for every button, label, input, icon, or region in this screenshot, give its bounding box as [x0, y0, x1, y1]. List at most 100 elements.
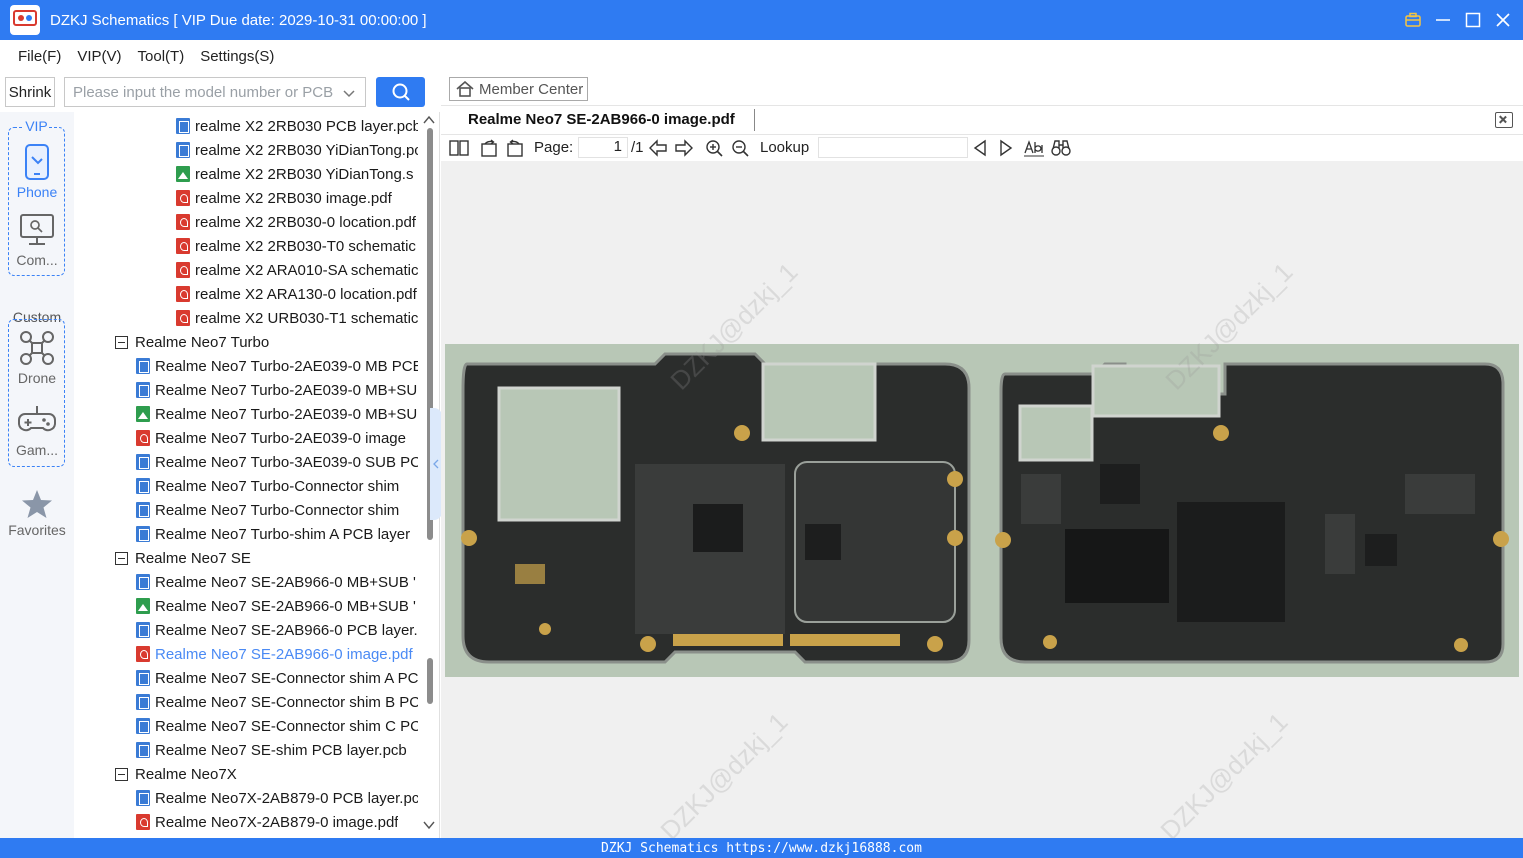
rail-item-computer[interactable]: Com...: [0, 210, 74, 268]
scroll-down-icon[interactable]: [423, 820, 435, 830]
collapse-toggle-icon[interactable]: [115, 335, 128, 349]
tree-item[interactable]: Realme Neo7 SE-Connector shim B PCB: [136, 690, 418, 714]
two-page-view-icon[interactable]: [449, 139, 469, 157]
pcb-file-icon: [136, 502, 150, 518]
tree-item[interactable]: Realme Neo7 Turbo-Connector shim: [136, 474, 399, 498]
tree-item[interactable]: Realme Neo7 Turbo-shim A PCB layer: [136, 522, 410, 546]
watermark: DZKJ@dzkj_1: [654, 706, 794, 838]
pcb-file-icon: [136, 790, 150, 806]
file-tree: realme X2 2RB030 PCB layer.pcb realme X2…: [74, 112, 418, 838]
lookup-input[interactable]: [818, 137, 968, 158]
tree-item[interactable]: realme X2 2RB030 YiDianTong.s: [176, 162, 413, 186]
zoom-in-icon[interactable]: [705, 139, 725, 157]
find-next-icon[interactable]: [998, 139, 1014, 157]
collapse-toggle-icon[interactable]: [115, 551, 128, 565]
match-case-icon[interactable]: [1023, 139, 1045, 157]
tree-item[interactable]: Realme Neo7X-2AB879-0 PCB layer.pcb: [136, 786, 418, 810]
zoom-out-icon[interactable]: [731, 139, 751, 157]
gamepad-icon: [18, 406, 56, 432]
tree-item-selected[interactable]: Realme Neo7 SE-2AB966-0 image.pdf: [136, 642, 413, 666]
close-icon[interactable]: [1495, 12, 1511, 28]
search-input[interactable]: Please input the model number or PCB: [64, 77, 366, 107]
pcb-file-icon: [136, 742, 150, 758]
pcb-file-icon: [176, 142, 190, 158]
rotate-right-icon[interactable]: [505, 139, 525, 157]
close-document-icon[interactable]: [1495, 112, 1513, 128]
tree-item[interactable]: Realme Neo7 SE-2AB966-0 MB+SUB ': [136, 570, 416, 594]
menu-bar: File(F) VIP(V) Tool(T) Settings(S): [0, 40, 1523, 72]
next-page-icon[interactable]: [674, 139, 694, 157]
tree-folder[interactable]: Realme Neo7X: [115, 762, 237, 786]
menu-vip[interactable]: VIP(V): [77, 48, 121, 65]
tree-item[interactable]: realme X2 ARA010-SA schematic: [176, 258, 418, 282]
briefcase-icon[interactable]: [1405, 12, 1421, 28]
rail-item-drone[interactable]: Drone: [0, 328, 74, 386]
tree-item[interactable]: Realme Neo7 SE-Connector shim C PCB: [136, 714, 418, 738]
tree-item[interactable]: Realme Neo7 SE-2AB966-0 MB+SUB ': [136, 594, 416, 618]
tree-item[interactable]: Realme Neo7 Turbo-2AE039-0 MB+SUB: [136, 378, 418, 402]
tree-item[interactable]: Realme Neo7 SE-Connector shim A PCB: [136, 666, 418, 690]
scrollbar-thumb-secondary[interactable]: [427, 658, 433, 704]
pcb-file-icon: [136, 622, 150, 638]
tree-item[interactable]: Realme Neo7 Turbo-2AE039-0 MB PCB: [136, 354, 418, 378]
tree-item[interactable]: realme X2 2RB030-0 location.pdf: [176, 210, 416, 234]
pcb-file-icon: [136, 454, 150, 470]
page-total: /1: [631, 139, 644, 156]
tree-folder[interactable]: Realme Neo7 SE: [115, 546, 251, 570]
chevron-down-icon[interactable]: [343, 86, 355, 103]
member-center-button[interactable]: Member Center: [449, 77, 588, 101]
tree-item[interactable]: realme X2 ARA130-0 location.pdf: [176, 282, 417, 306]
pcb-file-icon: [136, 382, 150, 398]
scroll-up-icon[interactable]: [423, 115, 435, 125]
document-tab[interactable]: Realme Neo7 SE-2AB966-0 image.pdf: [468, 111, 735, 128]
find-previous-icon[interactable]: [972, 139, 988, 157]
collapse-toggle-icon[interactable]: [115, 767, 128, 781]
pdf-file-icon: [176, 214, 190, 230]
binoculars-icon[interactable]: [1050, 139, 1072, 157]
minimize-icon[interactable]: [1435, 12, 1451, 28]
rail-item-phone[interactable]: Phone: [0, 142, 74, 200]
shrink-button[interactable]: Shrink: [5, 77, 55, 107]
pdf-file-icon: [176, 286, 190, 302]
search-icon: [392, 83, 410, 101]
tree-item[interactable]: Realme Neo7 Turbo-2AE039-0 image: [136, 426, 406, 450]
lookup-label: Lookup: [760, 139, 810, 156]
tree-item[interactable]: Realme Neo7 Turbo-3AE039-0 SUB PCB: [136, 450, 418, 474]
tree-item[interactable]: Realme Neo7 SE-2AB966-0 PCB layer.: [136, 618, 418, 642]
tree-item[interactable]: realme X2 2RB030 YiDianTong.pcb: [176, 138, 418, 162]
image-file-icon: [136, 598, 150, 614]
search-button[interactable]: [376, 77, 425, 107]
tree-item[interactable]: Realme Neo7 Turbo-2AE039-0 MB+SUB: [136, 402, 418, 426]
pdf-file-icon: [176, 262, 190, 278]
rotate-left-icon[interactable]: [479, 139, 499, 157]
menu-tool[interactable]: Tool(T): [138, 48, 185, 65]
menu-file[interactable]: File(F): [18, 48, 61, 65]
maximize-icon[interactable]: [1465, 12, 1481, 28]
pcb-file-icon: [136, 670, 150, 686]
tree-item[interactable]: realme X2 2RB030 image.pdf: [176, 186, 392, 210]
rail-item-gaming[interactable]: Gam...: [0, 400, 74, 458]
pdf-viewer[interactable]: DZKJ@dzkj_1 DZKJ@dzkj_1 DZKJ@dzkj_1 DZKJ…: [441, 161, 1523, 838]
pcb-file-icon: [136, 574, 150, 590]
page-number-input[interactable]: 1: [578, 137, 628, 158]
pcb-file-icon: [136, 358, 150, 374]
tree-item[interactable]: Realme Neo7 SE-shim PCB layer.pcb: [136, 738, 407, 762]
status-footer: DZKJ Schematics https://www.dzkj16888.co…: [0, 838, 1523, 858]
document-tab-bar: Realme Neo7 SE-2AB966-0 image.pdf: [441, 105, 1523, 135]
image-file-icon: [136, 406, 150, 422]
pdf-file-icon: [136, 814, 150, 830]
previous-page-icon[interactable]: [648, 139, 668, 157]
tree-item[interactable]: realme X2 URB030-T1 schematic: [176, 306, 418, 330]
menu-settings[interactable]: Settings(S): [200, 48, 274, 65]
drone-icon: [20, 331, 54, 365]
tree-item[interactable]: realme X2 2RB030 PCB layer.pcb: [176, 114, 418, 138]
pdf-file-icon: [176, 310, 190, 326]
tree-item[interactable]: Realme Neo7 Turbo-Connector shim: [136, 498, 399, 522]
home-icon: [456, 81, 474, 97]
rail-item-favorites[interactable]: Favorites: [0, 488, 74, 538]
window-controls: [1405, 0, 1511, 40]
search-row: Shrink Please input the model number or …: [0, 72, 440, 112]
tree-item[interactable]: realme X2 2RB030-T0 schematic: [176, 234, 416, 258]
tree-folder[interactable]: Realme Neo7 Turbo: [115, 330, 269, 354]
tree-item[interactable]: Realme Neo7X-2AB879-0 image.pdf: [136, 810, 398, 834]
